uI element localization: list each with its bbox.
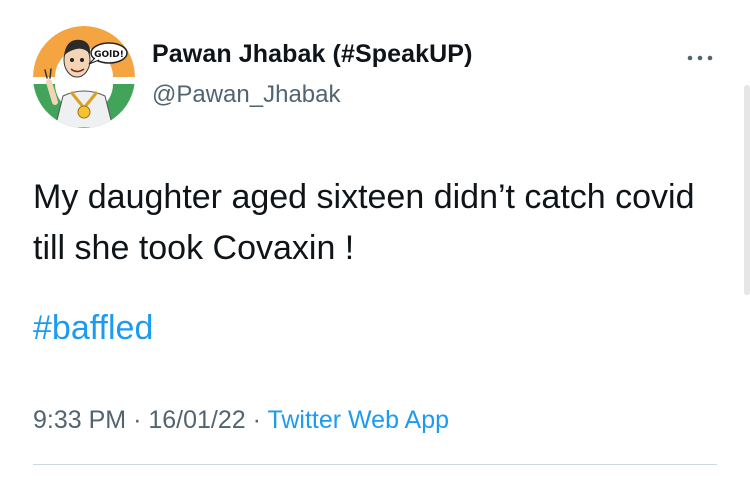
author-handle[interactable]: @Pawan_Jhabak	[152, 81, 340, 109]
tweet-text: My daughter aged sixteen didn’t catch co…	[33, 178, 695, 267]
author-display-name[interactable]: Pawan Jhabak (#SpeakUP)	[152, 40, 473, 69]
more-options-button[interactable]	[684, 48, 716, 68]
tweet-card: GOlD! Pawan Jhabak (#SpeakUP) @Pawan_Jha…	[0, 0, 750, 484]
tweet-source-link[interactable]: Twitter Web App	[267, 406, 449, 434]
avatar-badge-text: GOlD!	[94, 50, 124, 60]
avatar[interactable]: GOlD!	[33, 26, 135, 128]
tweet-meta: 9:33 PM · 16/01/22 · Twitter Web App	[33, 406, 449, 435]
scrollbar[interactable]	[744, 85, 750, 295]
meta-separator: ·	[133, 406, 142, 434]
more-options-icon	[687, 55, 713, 61]
tweet-date[interactable]: 16/01/22	[148, 406, 245, 434]
tweet-time[interactable]: 9:33 PM	[33, 406, 126, 434]
hashtag-link[interactable]: #baffled	[33, 303, 153, 354]
divider	[33, 464, 717, 465]
meta-separator: ·	[252, 406, 261, 434]
avatar-caricature-image: GOlD!	[33, 26, 135, 128]
